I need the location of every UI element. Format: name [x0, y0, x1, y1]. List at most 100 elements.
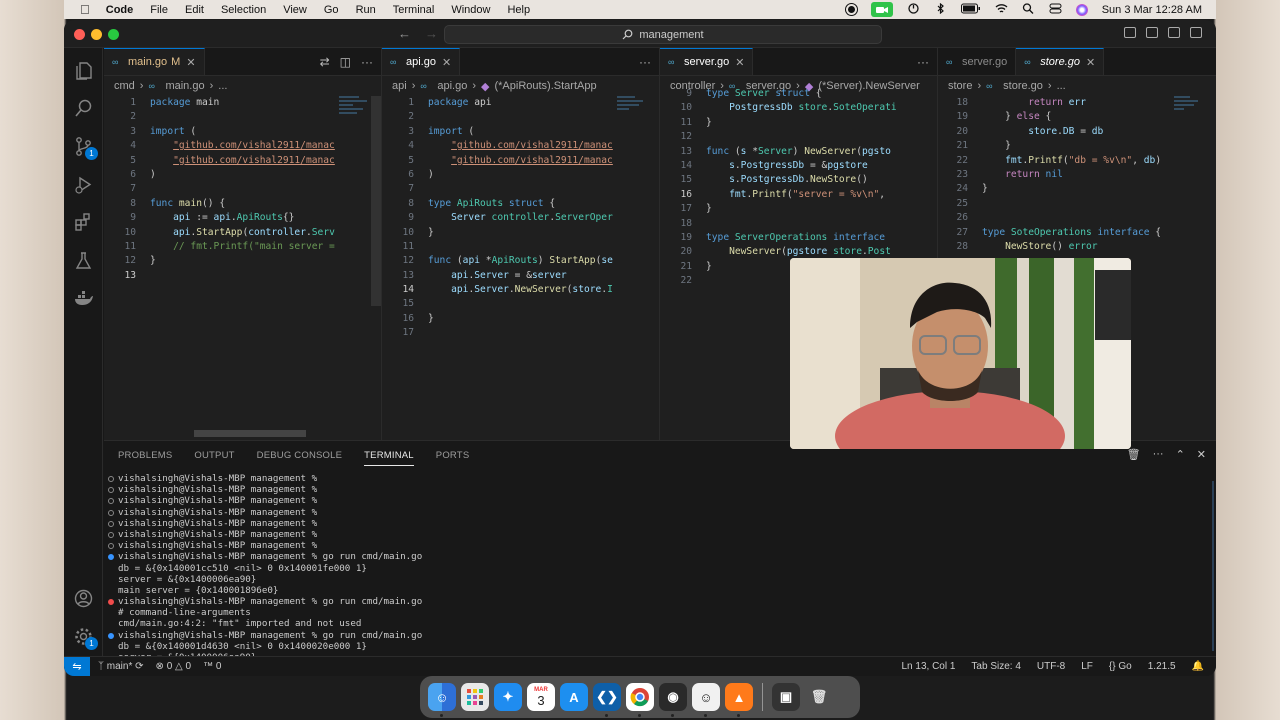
code-line[interactable]: 11}	[660, 116, 937, 130]
tab-terminal[interactable]: TERMINAL	[364, 450, 414, 466]
menu-selection[interactable]: Selection	[221, 4, 266, 16]
code-line[interactable]: 17	[382, 326, 659, 340]
code-line[interactable]: 8 type ApiRouts struct {	[382, 197, 659, 211]
breadcrumb-item[interactable]: cmd	[114, 80, 135, 92]
code-line[interactable]: 14 api.Server.NewServer(store.I	[382, 283, 659, 297]
remote-indicator-icon[interactable]: ⇋	[64, 656, 90, 676]
code-line[interactable]: 17}	[660, 202, 937, 216]
terminal-output[interactable]: vishalsingh@Vishals-MBP management % vish…	[108, 473, 1216, 674]
code-line[interactable]: 10 PostgressDb store.SoteOperati	[660, 101, 937, 115]
ports-indicator[interactable]: ™ 0	[203, 661, 221, 672]
code-line[interactable]: 19 type ServerOperations interface	[660, 231, 937, 245]
toggle-secondary-sidebar-icon[interactable]	[1168, 27, 1180, 38]
code-line[interactable]: 10 api.StartApp(controller.Serv	[104, 226, 381, 240]
code-line[interactable]: 24}	[938, 182, 1216, 196]
pgadmin-icon[interactable]: ☺	[692, 683, 720, 717]
code-line[interactable]: 13 func (s *Server) NewServer(pgsto	[660, 145, 937, 159]
apple-icon[interactable]: 	[80, 2, 90, 17]
command-decoration-icon[interactable]	[108, 509, 114, 516]
menu-view[interactable]: View	[283, 4, 307, 16]
sublime-merge-icon[interactable]: ▲	[725, 683, 753, 717]
accounts-icon[interactable]	[73, 588, 94, 609]
code-line[interactable]: 5 "github.com/vishal2911/manac	[382, 154, 659, 168]
branch-indicator[interactable]: ᛉ main* ⟳	[98, 661, 144, 672]
compare-changes-icon[interactable]: ⇄	[320, 55, 330, 69]
finder-icon[interactable]: ☺	[428, 683, 456, 717]
docker-icon[interactable]	[73, 288, 94, 309]
notifications-bell-icon[interactable]: 🔔	[1192, 661, 1204, 672]
vscode-icon[interactable]: ❮❯	[593, 683, 621, 717]
tab-ports[interactable]: PORTS	[436, 450, 470, 461]
tab-api-go[interactable]: ∞ api.go ✕	[382, 48, 461, 75]
menu-window[interactable]: Window	[451, 4, 490, 16]
command-decoration-icon[interactable]	[108, 487, 114, 494]
code-line[interactable]: 10}	[382, 226, 659, 240]
record-icon[interactable]	[845, 4, 857, 15]
command-decoration-icon[interactable]	[108, 554, 114, 561]
code-line[interactable]: 15	[382, 297, 659, 311]
menu-file[interactable]: File	[150, 4, 168, 16]
control-icon[interactable]	[907, 2, 920, 17]
command-decoration-icon[interactable]	[108, 531, 114, 538]
command-decoration-icon[interactable]	[108, 543, 114, 550]
command-decoration-icon[interactable]	[108, 498, 114, 505]
extensions-icon[interactable]	[73, 212, 94, 233]
horizontal-scrollbar[interactable]	[194, 430, 306, 437]
app-store-icon[interactable]: A	[560, 683, 588, 711]
toggle-primary-sidebar-icon[interactable]	[1124, 27, 1136, 38]
trash-icon[interactable]: 🗑	[1127, 448, 1141, 461]
encoding[interactable]: UTF-8	[1037, 661, 1065, 672]
code-line[interactable]: 4 "github.com/vishal2911/manac	[104, 139, 381, 153]
code-line[interactable]: 9 api := api.ApiRouts{}	[104, 211, 381, 225]
minimap[interactable]	[617, 96, 653, 132]
vertical-scrollbar[interactable]	[371, 96, 381, 306]
code-line[interactable]: 12}	[104, 254, 381, 268]
breadcrumb-item[interactable]: ...	[1057, 80, 1066, 92]
close-tab-icon[interactable]: ✕	[1086, 56, 1095, 69]
tab-debug-console[interactable]: DEBUG CONSOLE	[257, 450, 342, 461]
settings-gear-icon[interactable]: 1	[73, 626, 98, 650]
problems-indicator[interactable]: ⊗ 0 △ 0	[156, 661, 192, 672]
cursor-position[interactable]: Ln 13, Col 1	[901, 661, 955, 672]
tab-store-go[interactable]: ∞ store.go ✕	[1016, 48, 1105, 75]
minimize-window-button[interactable]	[91, 29, 102, 40]
code-line[interactable]: 9 type Server struct {	[660, 87, 937, 101]
siri-icon[interactable]	[1075, 3, 1088, 16]
menu-help[interactable]: Help	[507, 4, 530, 16]
menu-run[interactable]: Run	[356, 4, 376, 16]
menubar-clock[interactable]: Sun 3 Mar 12:28 AM	[1102, 4, 1202, 16]
code-line[interactable]: 28 NewStore() error	[938, 240, 1216, 254]
code-line[interactable]: 12	[660, 130, 937, 144]
breadcrumb-item[interactable]: main.go	[165, 80, 204, 92]
launchpad-icon[interactable]	[461, 683, 489, 711]
zoom-window-button[interactable]	[108, 29, 119, 40]
code-line[interactable]: 13	[104, 269, 381, 283]
close-tab-icon[interactable]: ✕	[186, 56, 195, 69]
close-window-button[interactable]	[74, 29, 85, 40]
more-actions-icon[interactable]: ···	[639, 55, 651, 69]
maximize-panel-icon[interactable]: ⌃	[1176, 448, 1185, 461]
battery-icon[interactable]	[960, 3, 981, 17]
menu-edit[interactable]: Edit	[185, 4, 204, 16]
safari-icon[interactable]: ✦	[494, 683, 522, 711]
menu-go[interactable]: Go	[324, 4, 339, 16]
run-debug-icon[interactable]	[73, 174, 94, 195]
minimap[interactable]	[339, 96, 375, 132]
wifi-icon[interactable]	[995, 3, 1008, 17]
code-editor[interactable]: 1 package api 2 3 import (4 "github.com/vish…	[382, 96, 659, 341]
command-decoration-icon[interactable]	[108, 520, 114, 527]
close-tab-icon[interactable]: ✕	[735, 56, 744, 69]
tab-server-go-inactive[interactable]: ∞ server.go	[938, 48, 1017, 75]
code-line[interactable]: 6)	[382, 168, 659, 182]
code-line[interactable]: 18	[660, 217, 937, 231]
code-line[interactable]: 8 func main() {	[104, 197, 381, 211]
more-actions-icon[interactable]: ···	[361, 55, 373, 69]
customize-layout-icon[interactable]	[1190, 27, 1202, 38]
code-line[interactable]: 9 Server controller.ServerOper	[382, 211, 659, 225]
postgres-app-icon[interactable]: ◉	[659, 683, 687, 717]
code-line[interactable]: 7	[104, 182, 381, 196]
command-decoration-icon[interactable]	[108, 632, 114, 639]
close-tab-icon[interactable]: ✕	[442, 56, 451, 69]
search-icon[interactable]	[73, 98, 94, 119]
forward-arrow-icon[interactable]: →	[425, 26, 438, 41]
